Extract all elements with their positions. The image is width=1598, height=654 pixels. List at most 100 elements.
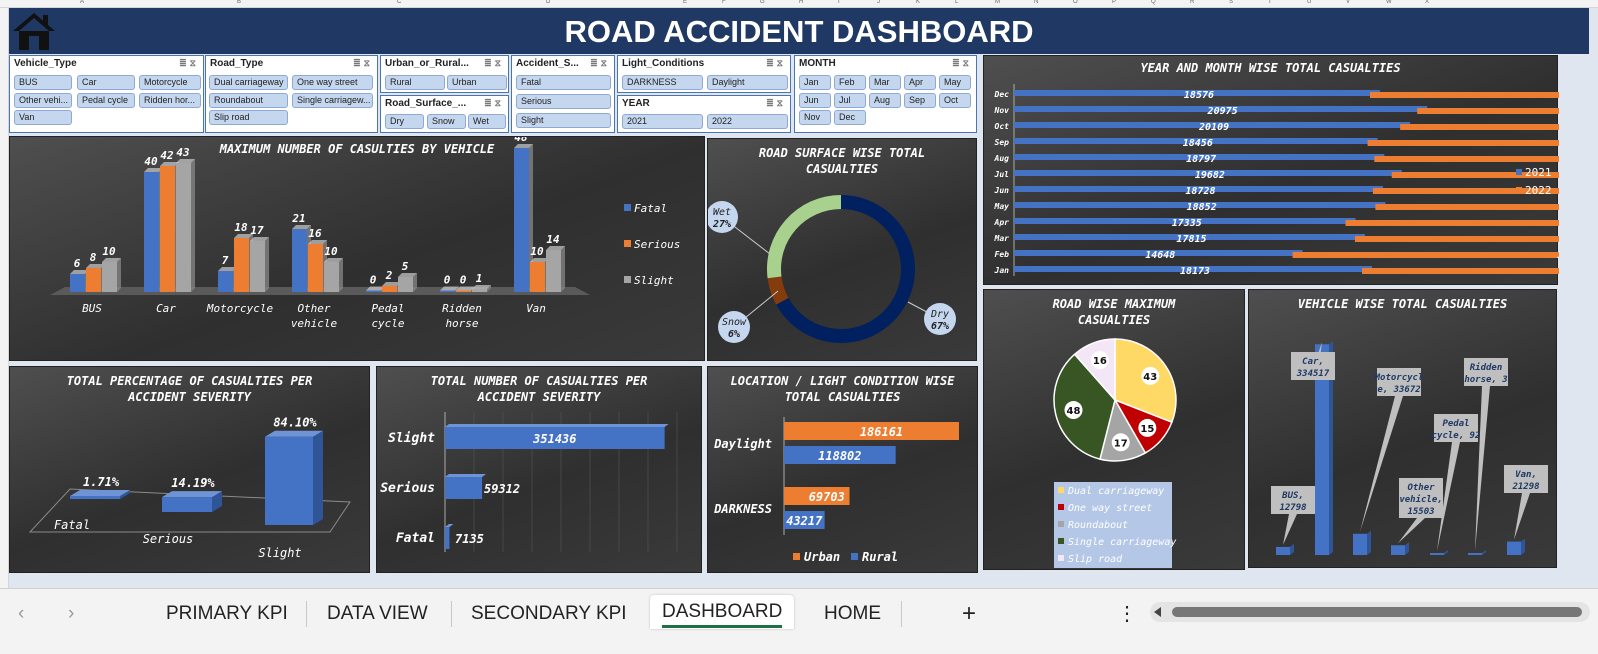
tab-home[interactable]: HOME [824,599,881,629]
tab-primary-kpi[interactable]: PRIMARY KPI [166,599,288,629]
slicer-item[interactable]: Motorcycle [139,75,201,90]
slicer-item[interactable]: Apr [904,75,936,90]
slicer-item[interactable]: Oct [939,93,971,108]
y-tick-label: Feb [995,250,1010,259]
y-tick-label: Serious [380,481,435,496]
clear-filter-icon[interactable]: ≣⧖ [353,58,373,69]
slicer-item[interactable]: Mar [869,75,901,90]
more-options-icon[interactable]: ⋮ [1117,599,1137,629]
slicer-item[interactable]: Rural [385,75,445,90]
data-label: 7 [222,254,229,267]
column-letter: W [1386,0,1392,5]
y-tick-label: Daylight [713,437,772,451]
bar-side [313,430,323,525]
slicer-item[interactable]: Car [77,75,135,90]
data-label-rural: 43217 [786,514,823,528]
slicer-item[interactable]: Feb [834,75,866,90]
slicer-item[interactable]: Dec [834,110,866,125]
callout-text: BUS, [1281,491,1304,501]
slicer-item[interactable]: Serious [516,94,611,109]
clear-filter-icon[interactable]: ≣⧖ [766,98,786,109]
slicer-item[interactable]: Aug [869,93,901,108]
slicer-item[interactable]: Sep [904,93,936,108]
column-letter: R [1190,0,1195,5]
home-icon[interactable] [11,10,57,52]
pct-severity-panel: TOTAL PERCENTAGE OF CASUALTIES PER ACCID… [9,366,370,573]
slicer-item[interactable]: Daylight [707,75,788,90]
slicer-item[interactable]: Wet [468,114,506,129]
slicer-item[interactable]: Jan [799,75,831,90]
x-tick-label: BUS [82,302,102,315]
column-letter: P [1112,0,1117,5]
vehicle-total-bar [1353,533,1367,555]
y-tick-label: Aug [994,154,1010,163]
slicer-item[interactable]: Dual carriageway [209,75,288,90]
data-label: 6 [74,257,81,270]
legend-swatch [793,553,800,560]
vehicle-total-bar [1430,553,1444,555]
callout-text: Car, [1302,357,1324,367]
horizontal-scrollbar[interactable] [1150,602,1590,622]
slicer-item[interactable]: Ridden hor... [139,93,201,108]
data-label-2021: 18728 [1185,186,1215,197]
clear-filter-icon[interactable]: ≣⧖ [766,58,786,69]
slicer-item[interactable]: Slight [516,113,611,128]
legend-swatch [624,276,631,283]
data-label: 43 [176,146,190,159]
slicer-item[interactable]: BUS [14,75,72,90]
slicer-item[interactable]: Roundabout [209,93,288,108]
callout-pointer [1475,386,1490,551]
data-label-2021: 18797 [1186,154,1216,165]
slicer-header: Vehicle_Type ≣⧖ [10,56,203,72]
slicer-item[interactable]: Pedal cycle [77,93,135,108]
callout-text: e, 33672 [1377,385,1420,395]
slicer-item[interactable]: Van [14,110,72,125]
slicer-item[interactable]: Slip road [209,110,288,125]
slicer-item[interactable]: 2022 [707,114,788,129]
add-sheet-icon[interactable]: + [962,599,976,629]
scrollbar-thumb[interactable] [1172,607,1582,617]
bar-top [265,430,323,437]
legend-label: Single carriageway [1068,537,1176,548]
bar-2022 [1375,204,1559,210]
data-label: 10 [530,245,544,258]
clear-filter-icon[interactable]: ≣⧖ [484,58,504,69]
bar-side [265,237,269,292]
clear-filter-icon[interactable]: ≣⧖ [484,98,504,109]
data-label: 84.10% [273,416,317,430]
bar-fatal [514,148,529,292]
slicer-item[interactable]: Urban [447,75,507,90]
data-label-2021: 17815 [1176,234,1206,245]
slicer-item[interactable]: Other vehi... [14,93,72,108]
slicer-item[interactable]: One way street [292,75,373,90]
slicer-item[interactable]: Nov [799,110,831,125]
column-letter: S [1229,0,1234,5]
callout-text: cycle, 92 [1432,431,1481,441]
bar-top [445,474,487,477]
slicer-item[interactable]: 2021 [622,114,703,129]
slicer-item[interactable]: Fatal [516,75,611,90]
tab-dashboard[interactable]: DASHBOARD [650,595,795,629]
column-letter: V [1346,0,1351,5]
legend-label: Dual carriageway [1067,486,1164,497]
legend-label: Urban [804,550,840,564]
clear-filter-icon[interactable]: ≣⧖ [952,58,972,69]
clear-filter-icon[interactable]: ≣⧖ [179,58,199,69]
slicer-item[interactable]: May [939,75,971,90]
tab-secondary-kpi[interactable]: SECONDARY KPI [471,599,627,629]
slicer-item[interactable]: Dry [385,114,424,129]
column-letter: L [955,0,959,5]
legend-swatch [1058,538,1064,544]
tab-data-view[interactable]: DATA VIEW [327,599,428,629]
slicer-item[interactable]: Snow [427,114,466,129]
slicer-item[interactable]: Jul [834,93,866,108]
slicer-item[interactable]: Single carriagew... [292,93,373,108]
slicer-item[interactable]: Jun [799,93,831,108]
vehicle-total-bar [1276,546,1290,555]
tab-scroll-left-icon[interactable]: ‹ [18,599,24,629]
scroll-left-arrow-icon[interactable] [1154,607,1161,617]
clear-filter-icon[interactable]: ≣⧖ [590,58,610,69]
bar-serious [234,238,249,292]
tab-scroll-right-icon[interactable]: › [68,599,74,629]
slicer-item[interactable]: DARKNESS [622,75,703,90]
